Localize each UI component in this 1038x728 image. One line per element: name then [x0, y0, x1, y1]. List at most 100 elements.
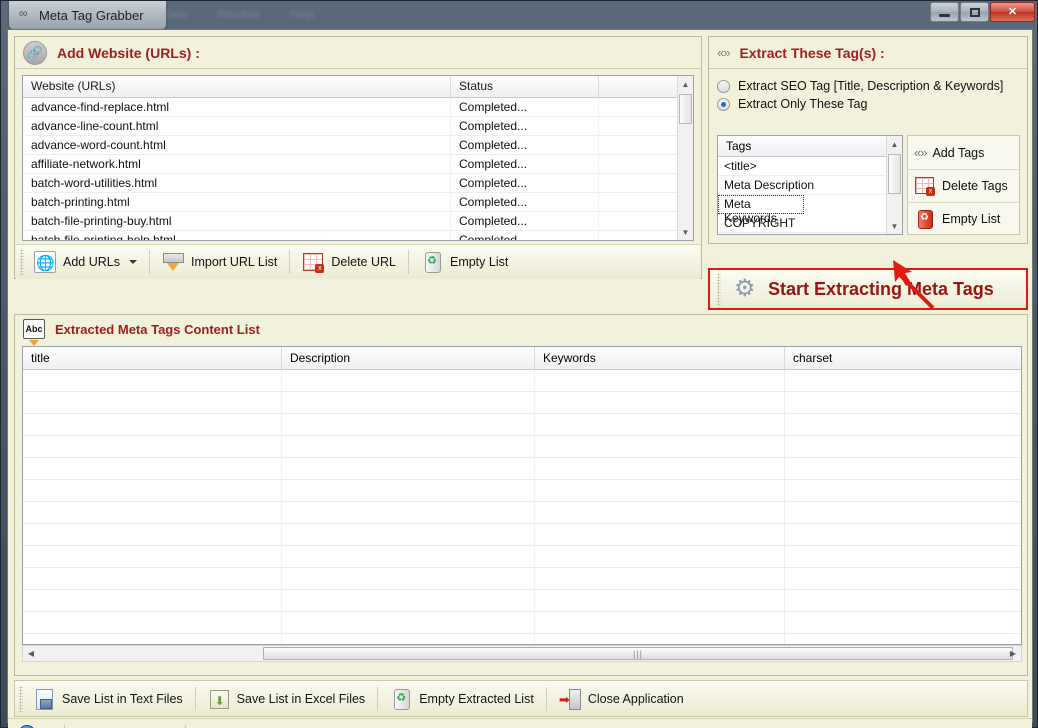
table-row[interactable]: batch-file-printing-help.html Completed.…: [23, 231, 693, 240]
cell-status: Completed...: [451, 117, 599, 136]
list-item[interactable]: <title>: [718, 157, 902, 176]
scroll-right-icon[interactable]: ▶: [1005, 646, 1021, 661]
column-header-keywords[interactable]: Keywords: [535, 347, 785, 369]
extract-tags-panel: «» Extract These Tag(s) : Extract SEO Ta…: [708, 36, 1028, 244]
maximize-button[interactable]: [960, 2, 989, 22]
table-row[interactable]: [23, 546, 1021, 568]
close-button[interactable]: ✕: [990, 2, 1035, 22]
table-row[interactable]: [23, 590, 1021, 612]
menu-item-view[interactable]: View: [161, 7, 187, 21]
scroll-left-icon[interactable]: ◀: [23, 646, 39, 661]
menu-bar[interactable]: View Window Help: [161, 7, 314, 21]
column-header-blank[interactable]: [599, 76, 675, 98]
scroll-down-icon[interactable]: ▼: [678, 224, 693, 240]
table-cell: [535, 524, 785, 545]
tag-action-buttons: «» Add Tags Delete Tags Empty List: [907, 135, 1020, 235]
url-list-vertical-scrollbar[interactable]: ▲ ▼: [677, 76, 693, 240]
table-cell: [785, 502, 1021, 523]
table-cell: [282, 634, 535, 644]
import-url-list-button[interactable]: Import URL List: [152, 245, 287, 279]
cell-blank: [599, 174, 675, 193]
table-row[interactable]: [23, 634, 1021, 644]
scrollbar-thumb[interactable]: [888, 154, 901, 194]
radio-button-selected[interactable]: [717, 97, 730, 111]
save-list-excel-files-button[interactable]: Save List in Excel Files: [198, 682, 376, 716]
table-row[interactable]: [23, 414, 1021, 436]
radio-extract-seo-tag[interactable]: Extract SEO Tag [Title, Description & Ke…: [709, 77, 1027, 95]
scroll-down-icon[interactable]: ▼: [887, 218, 902, 234]
table-row[interactable]: batch-printing.html Completed...: [23, 193, 693, 212]
column-header-title[interactable]: title: [23, 347, 282, 369]
scroll-up-icon[interactable]: ▲: [678, 76, 693, 92]
table-row[interactable]: [23, 480, 1021, 502]
table-row[interactable]: [23, 612, 1021, 634]
delete-url-button[interactable]: Delete URL: [292, 245, 406, 279]
scrollbar-thumb[interactable]: |||: [263, 647, 1013, 660]
help-button[interactable]: ?: [8, 724, 64, 728]
list-item[interactable]: COPYRIGHT: [718, 214, 902, 233]
menu-item-help[interactable]: Help: [289, 7, 314, 21]
globe-icon: [34, 251, 56, 273]
bottom-toolbar: Save List in Text Files Save List in Exc…: [14, 680, 1028, 717]
save-list-text-files-button[interactable]: Save List in Text Files: [23, 682, 193, 716]
table-row[interactable]: [23, 436, 1021, 458]
table-cell: [23, 612, 282, 633]
toolbar-grip[interactable]: [717, 273, 721, 305]
table-row[interactable]: batch-word-utilities.html Completed...: [23, 174, 693, 193]
table-row[interactable]: advance-find-replace.html Completed...: [23, 98, 693, 117]
url-list-grid[interactable]: Website (URLs) Status advance-find-repla…: [22, 75, 694, 241]
cell-blank: [599, 117, 675, 136]
list-item-focused[interactable]: Meta Keywords: [718, 195, 804, 225]
empty-extracted-list-button[interactable]: Empty Extracted List: [380, 682, 544, 716]
column-header-status[interactable]: Status: [451, 76, 599, 98]
chevron-down-icon[interactable]: [128, 260, 137, 264]
table-row[interactable]: [23, 568, 1021, 590]
tags-list-vertical-scrollbar[interactable]: ▲ ▼: [886, 136, 902, 234]
table-cell: [785, 458, 1021, 479]
extract-options-group: Extract SEO Tag [Title, Description & Ke…: [709, 69, 1027, 113]
close-application-button[interactable]: Close Application: [549, 682, 694, 716]
cell-blank: [599, 136, 675, 155]
delete-tags-button[interactable]: Delete Tags: [908, 169, 1019, 202]
save-list-excel-files-label: Save List in Excel Files: [236, 691, 366, 706]
start-extracting-meta-tags-button[interactable]: Start Extracting Meta Tags: [708, 268, 1028, 310]
table-row[interactable]: [23, 370, 1021, 392]
minimize-button[interactable]: [930, 2, 959, 22]
add-urls-label: Add URLs: [63, 255, 120, 269]
column-header-website-urls[interactable]: Website (URLs): [23, 76, 451, 98]
table-row[interactable]: affiliate-network.html Completed...: [23, 155, 693, 174]
add-tags-button[interactable]: «» Add Tags: [908, 136, 1019, 169]
table-row[interactable]: advance-word-count.html Completed...: [23, 136, 693, 155]
exit-door-icon: [559, 688, 581, 710]
column-header-tags[interactable]: Tags: [718, 136, 902, 157]
radio-extract-only-these-tag[interactable]: Extract Only These Tag: [709, 95, 1027, 113]
table-row[interactable]: [23, 524, 1021, 546]
menu-item-window[interactable]: Window: [217, 7, 260, 21]
scrollbar-thumb[interactable]: [679, 94, 692, 124]
table-row[interactable]: [23, 458, 1021, 480]
minimize-icon: [939, 13, 950, 17]
list-item[interactable]: Meta Description: [718, 176, 902, 195]
column-header-description[interactable]: Description: [282, 347, 535, 369]
empty-list-button[interactable]: Empty List: [411, 245, 518, 279]
table-row[interactable]: advance-line-count.html Completed...: [23, 117, 693, 136]
table-row[interactable]: [23, 392, 1021, 414]
tags-list[interactable]: Tags <title> Meta Description Meta Keywo…: [717, 135, 903, 235]
radio-button[interactable]: [717, 79, 730, 93]
window-controls: ✕: [929, 2, 1035, 22]
delete-table-icon: [302, 251, 325, 273]
add-urls-button[interactable]: Add URLs: [24, 245, 147, 279]
table-row[interactable]: batch-file-printing-buy.html Completed..…: [23, 212, 693, 231]
cell-status: Completed...: [451, 193, 599, 212]
column-header-charset[interactable]: charset: [785, 347, 1021, 369]
extracted-grid-horizontal-scrollbar[interactable]: ◀ ||| ▶: [22, 645, 1022, 662]
table-cell: [535, 414, 785, 435]
empty-tags-list-button[interactable]: Empty List: [908, 202, 1019, 235]
delete-tags-label: Delete Tags: [942, 179, 1008, 193]
title-bar: Meta Tag Grabber View Window Help ✕: [1, 1, 1038, 29]
scroll-up-icon[interactable]: ▲: [887, 136, 902, 152]
table-row[interactable]: [23, 502, 1021, 524]
empty-list-label: Empty List: [449, 255, 509, 269]
window-title-tab[interactable]: Meta Tag Grabber: [9, 1, 166, 29]
extracted-content-grid[interactable]: title Description Keywords charset: [22, 346, 1022, 645]
